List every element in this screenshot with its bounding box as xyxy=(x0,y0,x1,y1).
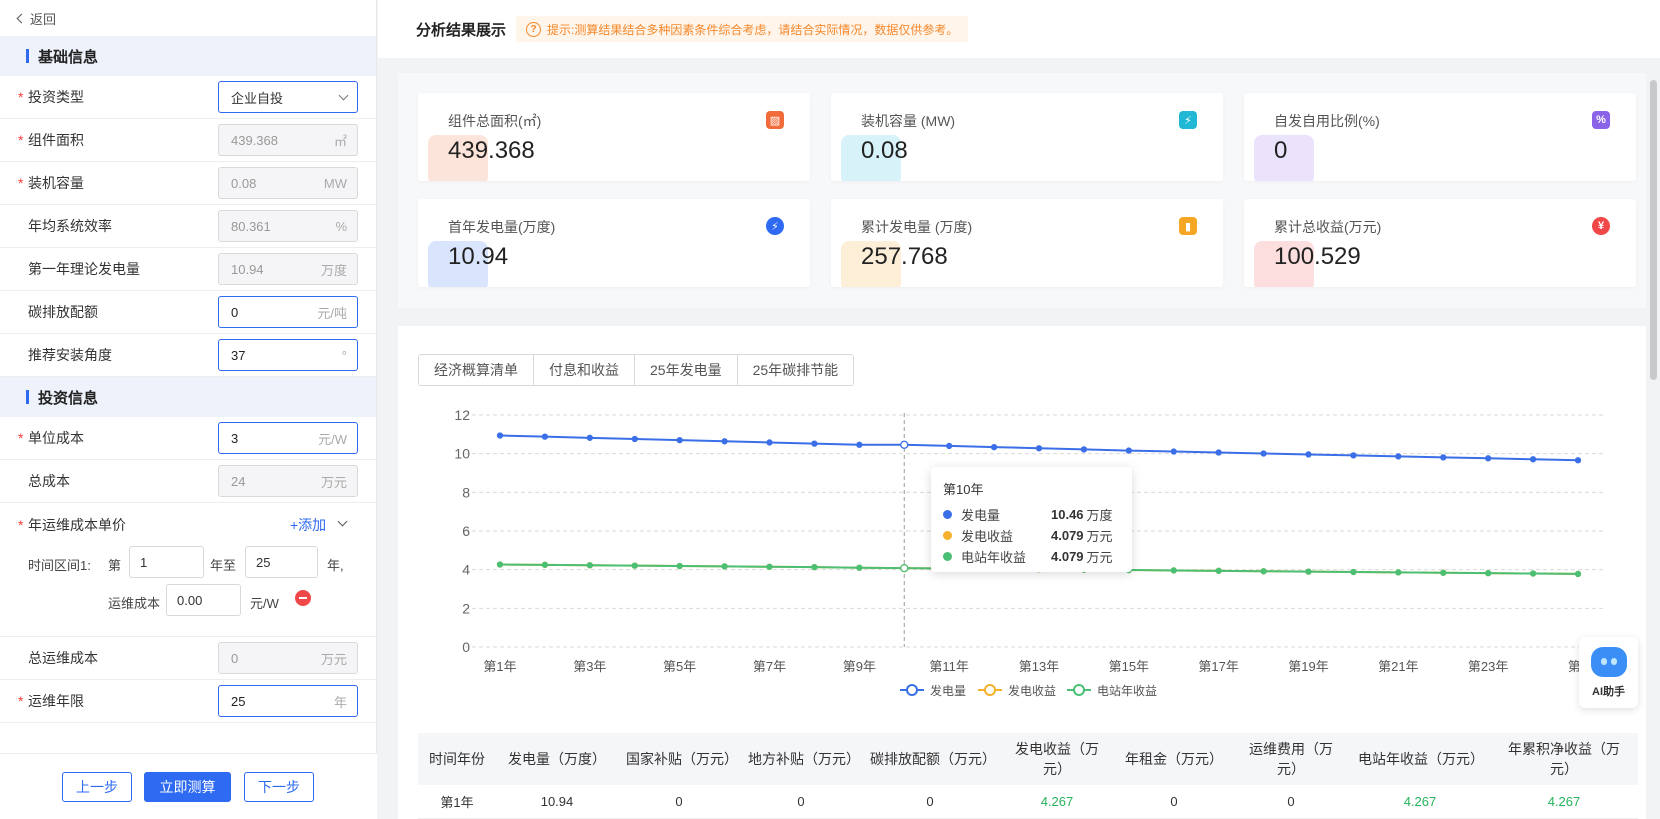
invest-type-select[interactable]: 企业自投 xyxy=(218,81,358,113)
field-om-years: * 运维年限 25 年 xyxy=(0,680,376,723)
carbon-input[interactable]: 0 元/吨 xyxy=(218,296,358,328)
field-invest-type: * 投资类型 企业自投 xyxy=(0,76,376,119)
chevron-down-icon xyxy=(338,90,349,100)
question-icon: ? xyxy=(526,21,542,37)
field-om-total: 总运维成本 0 万元 xyxy=(0,637,376,680)
total-cost-input[interactable]: 24 万元 xyxy=(218,465,358,497)
field-first-gen: 第一年理论发电量 10.94 万度 xyxy=(0,248,376,291)
area-input[interactable]: 439.368 ㎡ xyxy=(218,124,358,156)
unit-cost-input[interactable]: 3 元/W xyxy=(218,422,358,454)
card-cumulative-income: 累计总收益(万元) 100.529 ¥ xyxy=(1244,199,1636,287)
period-cost-input[interactable]: 0.00 xyxy=(166,584,241,616)
om-total-input[interactable]: 0 万元 xyxy=(218,642,358,674)
prev-button[interactable]: 上一步 xyxy=(62,772,132,802)
area-icon: ▨ xyxy=(766,111,784,129)
card-first-year-gen: 首年发电量(万度) 10.94 ⚡ xyxy=(418,199,810,287)
chevron-left-icon xyxy=(16,13,27,23)
section-basic-info: 基础信息 xyxy=(0,36,376,76)
robot-icon xyxy=(1590,647,1627,677)
battery-icon: ⚡ xyxy=(1179,111,1197,129)
card-cumulative-gen: 累计发电量 (万度) 257.768 ▮ xyxy=(831,199,1223,287)
field-angle: 推荐安装角度 37 ° xyxy=(0,334,376,377)
field-capacity: * 装机容量 0.08 MW xyxy=(0,162,376,205)
angle-input[interactable]: 37 ° xyxy=(218,339,358,371)
economic-table: 时间年份 发电量（万度） 国家补贴（万元） 地方补贴（万元） 碳排放配额（万元）… xyxy=(418,733,1638,819)
card-self-use-ratio: 自发自用比例(%) 0% xyxy=(1244,93,1636,181)
action-bar: 上一步 立即测算 下一步 xyxy=(0,753,377,819)
percent-icon: % xyxy=(1592,111,1610,129)
field-om-unit: * 年运维成本单价 +添加 xyxy=(0,503,376,546)
remove-period-icon[interactable] xyxy=(295,590,311,606)
section-invest-info: 投资信息 xyxy=(0,377,376,417)
tab-25y-generation[interactable]: 25年发电量 xyxy=(635,355,738,385)
field-unit-cost: * 单位成本 3 元/W xyxy=(0,417,376,460)
tip-banner: ? 提示:测算结果结合多种因素条件综合考虑，请结合实际情况，数据仅供参考。 xyxy=(516,16,969,42)
back-link[interactable]: 返回 xyxy=(0,0,376,36)
card-total-area: 组件总面积(㎡) 439.368 ▨ xyxy=(418,93,810,181)
summary-cards: 组件总面积(㎡) 439.368 ▨ 装机容量 (MW) 0.08 ⚡ 自发自用比例(%… xyxy=(398,73,1646,308)
tab-interest-income[interactable]: 付息和收益 xyxy=(534,355,635,385)
chevron-down-icon[interactable] xyxy=(337,516,348,527)
ai-assistant-button[interactable]: AI助手 xyxy=(1579,637,1638,708)
result-tabs: 经济概算清单 付息和收益 25年发电量 25年碳排节能 xyxy=(418,354,855,386)
om-period-1: 时间区间1: 第 1 年至 25 年, 运维成本 0.00 元/W xyxy=(0,546,376,637)
page-title: 分析结果展示 xyxy=(416,21,507,39)
next-button[interactable]: 下一步 xyxy=(244,772,314,802)
lightning-icon: ⚡ xyxy=(766,217,784,235)
tab-25y-carbon[interactable]: 25年碳排节能 xyxy=(738,355,854,385)
config-panel: 返回 基础信息 * 投资类型 企业自投 * 组件面积 439.368 ㎡ * 装机容量 … xyxy=(0,0,377,819)
capacity-input[interactable]: 0.08 MW xyxy=(218,167,358,199)
result-header: 分析结果展示 ? 提示:测算结果结合多种因素条件综合考虑，请结合实际情况，数据仅供… xyxy=(378,0,1660,58)
period-end-input[interactable]: 25 xyxy=(245,546,318,578)
calculate-button[interactable]: 立即测算 xyxy=(144,772,231,802)
first-gen-input[interactable]: 10.94 万度 xyxy=(218,253,358,285)
field-carbon: 碳排放配额 0 元/吨 xyxy=(0,291,376,334)
add-period-link[interactable]: +添加 xyxy=(290,515,326,535)
charge-icon: ▮ xyxy=(1179,217,1197,235)
efficiency-input[interactable]: 80.361% xyxy=(218,210,358,242)
table-header: 时间年份 发电量（万度） 国家补贴（万元） 地方补贴（万元） 碳排放配额（万元）… xyxy=(418,733,1638,785)
field-area: * 组件面积 439.368 ㎡ xyxy=(0,119,376,162)
om-years-input[interactable]: 25 年 xyxy=(218,685,358,717)
chart-tooltip: 第10年 发电量 10.46 万度 发电收益 4.079 万元 电站年收益 4.079 万元 xyxy=(931,467,1132,572)
table-row: 第1年 10.94 0 0 0 4.267 0 0 4.267 4.267 xyxy=(418,785,1638,819)
card-capacity: 装机容量 (MW) 0.08 ⚡ xyxy=(831,93,1223,181)
period-start-input[interactable]: 1 xyxy=(129,546,204,578)
field-efficiency: 年均系统效率 80.361% xyxy=(0,205,376,248)
money-bag-icon: ¥ xyxy=(1592,217,1610,235)
scrollbar[interactable] xyxy=(1650,80,1657,380)
field-total-cost: 总成本 24 万元 xyxy=(0,460,376,503)
tab-economic-list[interactable]: 经济概算清单 xyxy=(419,355,534,385)
